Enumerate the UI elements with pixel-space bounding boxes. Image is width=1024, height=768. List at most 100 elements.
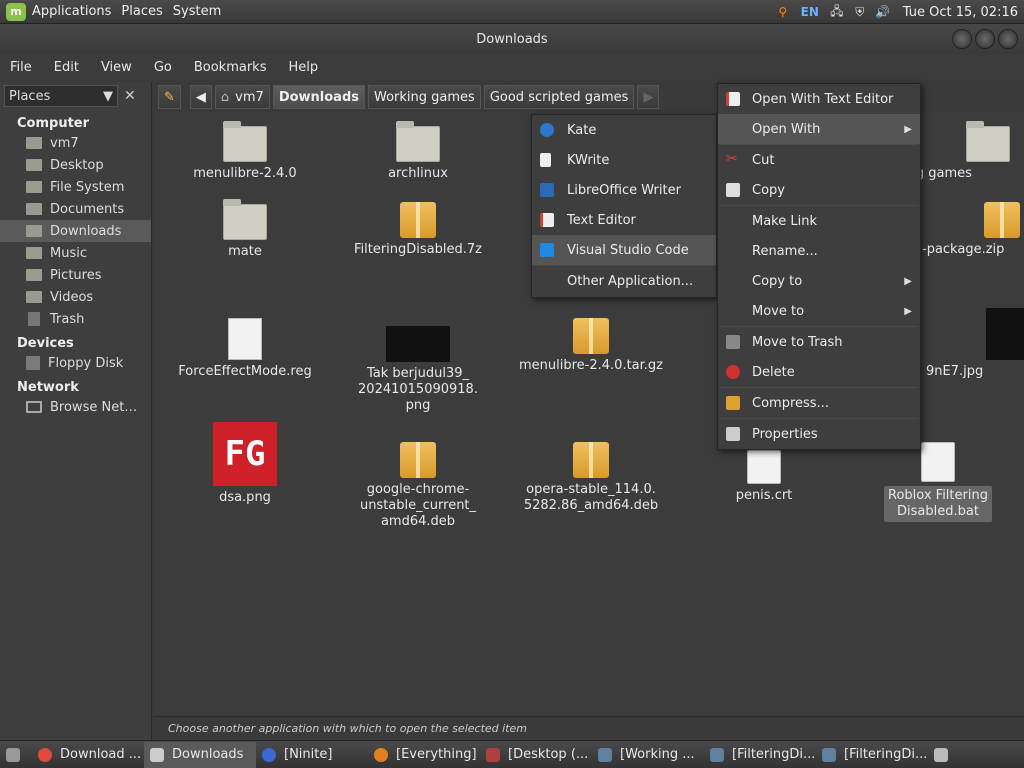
sidebar-item-desktop[interactable]: Desktop — [0, 154, 151, 176]
chevron-right-icon: ▶ — [904, 123, 912, 135]
menu-bookmarks[interactable]: Bookmarks — [184, 60, 279, 75]
menu-view[interactable]: View — [91, 60, 144, 75]
taskbar-item-filteringdi-2[interactable]: [FilteringDi... — [816, 742, 928, 768]
folder-icon — [26, 159, 42, 171]
menu-item-copy-to[interactable]: Copy to ▶ — [718, 266, 920, 296]
network-icon — [26, 401, 42, 413]
sidebar-item-filesystem[interactable]: File System — [0, 176, 151, 198]
menu-item-text-editor[interactable]: Text Editor — [532, 205, 716, 235]
menu-item-vscode[interactable]: Visual Studio Code — [532, 235, 716, 265]
shield-icon[interactable]: ⛨ — [851, 4, 869, 20]
sidebar-item-label: Music — [50, 245, 87, 261]
file-name: ing games — [904, 166, 972, 181]
folder-icon — [26, 203, 42, 215]
file-item[interactable]: opera-stable_114.0. 5282.86_amd64.deb — [511, 442, 671, 514]
close-button[interactable] — [998, 29, 1018, 49]
sidebar-item-vm7[interactable]: vm7 — [0, 132, 151, 154]
maximize-button[interactable] — [975, 29, 995, 49]
taskbar-item-working[interactable]: [Working ... — [592, 742, 704, 768]
sidebar-item-downloads[interactable]: Downloads — [0, 220, 151, 242]
menu-item-cut[interactable]: ✂ Cut — [718, 145, 920, 175]
menu-item-delete[interactable]: Delete — [718, 357, 920, 387]
menu-item-open-with-text-editor[interactable]: Open With Text Editor — [718, 84, 920, 114]
edit-location-button[interactable]: ✎ — [158, 85, 181, 109]
menu-item-libreoffice-writer[interactable]: LibreOffice Writer — [532, 175, 716, 205]
close-icon[interactable]: ✕ — [124, 88, 136, 104]
menu-item-kwrite[interactable]: KWrite — [532, 145, 716, 175]
search-icon[interactable]: ⚲ — [774, 4, 792, 20]
file-item[interactable]: google-chrome- unstable_current_ amd64.d… — [338, 442, 498, 530]
menu-item-label: Copy — [752, 182, 785, 198]
file-item[interactable]: menulibre-2.4.0.tar.gz — [511, 318, 671, 374]
file-item[interactable]: FilteringDisabled.7z — [338, 202, 498, 258]
folder-icon — [150, 747, 164, 762]
path-downloads[interactable]: Downloads — [272, 85, 366, 109]
sidebar-item-videos[interactable]: Videos — [0, 286, 151, 308]
path-working-games[interactable]: Working games — [368, 85, 481, 109]
sidebar-item-browse-network[interactable]: Browse Net… — [0, 396, 151, 418]
mint-logo-icon[interactable]: m — [6, 2, 26, 21]
path-good-scripted-games[interactable]: Good scripted games — [483, 85, 635, 109]
clock[interactable]: Tue Oct 15, 02:16 — [903, 5, 1018, 20]
window-icon — [486, 747, 500, 762]
menu-item-properties[interactable]: Properties — [718, 419, 920, 449]
applications-menu[interactable]: Applications — [32, 4, 121, 19]
file-name: menulibre-2.4.0 — [193, 166, 297, 181]
show-desktop-button[interactable] — [0, 742, 32, 768]
file-name: ForceEffectMode.reg — [178, 364, 312, 379]
keyboard-layout[interactable]: EN — [797, 4, 823, 20]
file-item[interactable]: archlinux — [338, 121, 498, 182]
menu-item-move-to[interactable]: Move to ▶ — [718, 296, 920, 326]
path-back-button[interactable]: ◀ — [189, 85, 212, 109]
path-vm7[interactable]: ⌂ vm7 — [214, 85, 270, 109]
sidebar-item-documents[interactable]: Documents — [0, 198, 151, 220]
places-menu[interactable]: Places — [121, 4, 172, 19]
sidebar-item-label: vm7 — [50, 135, 79, 151]
sidebar-item-floppy[interactable]: Floppy Disk — [0, 352, 151, 374]
taskbar-item-downloads[interactable]: Downloads — [144, 741, 256, 768]
file-item[interactable]: FG dsa.png — [165, 422, 325, 506]
menu-item-copy[interactable]: Copy — [718, 175, 920, 205]
network-icon[interactable]: 🖧 — [828, 4, 846, 20]
menu-file[interactable]: File — [0, 60, 44, 75]
taskbar-item-everything[interactable]: [Everything] — [368, 742, 480, 768]
file-item[interactable]: penis.crt — [684, 450, 844, 504]
menu-item-move-to-trash[interactable]: Move to Trash — [718, 327, 920, 357]
menu-help[interactable]: Help — [278, 60, 330, 75]
taskbar-label: [Working ... — [620, 747, 695, 762]
menu-go[interactable]: Go — [144, 60, 184, 75]
menu-edit[interactable]: Edit — [44, 60, 91, 75]
file-item[interactable]: Tak berjudul39_ 20241015090918. png — [338, 326, 498, 414]
workspace-switcher[interactable] — [928, 742, 952, 768]
chevron-right-icon: ▶ — [904, 305, 912, 317]
file-item[interactable]: ForceEffectMode.reg — [165, 318, 325, 380]
side-pane-selector[interactable]: Places ▼ — [4, 85, 118, 107]
taskbar-item-filteringdi-1[interactable]: [FilteringDi... — [704, 742, 816, 768]
file-item[interactable]: menulibre-2.4.0 — [165, 121, 325, 182]
menu-item-rename[interactable]: Rename... — [718, 236, 920, 266]
top-panel: m Applications Places System ⚲ EN 🖧 ⛨ 🔊 … — [0, 0, 1024, 24]
system-menu[interactable]: System — [173, 4, 231, 19]
volume-icon[interactable]: 🔊 — [874, 4, 892, 20]
menu-item-label: Move to — [752, 303, 805, 319]
file-item-selected[interactable]: Roblox Filtering Disabled.bat — [858, 442, 1018, 522]
sidebar-item-trash[interactable]: Trash — [0, 308, 151, 330]
window-titlebar[interactable]: Downloads — [0, 24, 1024, 54]
menu-item-make-link[interactable]: Make Link — [718, 206, 920, 236]
sidebar-item-pictures[interactable]: Pictures — [0, 264, 151, 286]
file-name: -package.zip — [922, 242, 1005, 257]
file-item[interactable]: mate — [165, 199, 325, 260]
sidebar-item-music[interactable]: Music — [0, 242, 151, 264]
taskbar-item-ninite[interactable]: [Ninite] — [256, 742, 368, 768]
menu-item-kate[interactable]: Kate — [532, 115, 716, 145]
taskbar-item-desktop[interactable]: [Desktop (... — [480, 742, 592, 768]
menu-item-compress[interactable]: Compress... — [718, 388, 920, 418]
section-network: Network — [17, 380, 79, 395]
path-forward-button[interactable]: ▶ — [637, 85, 660, 109]
taskbar-item-download[interactable]: Download ... — [32, 742, 144, 768]
minimize-button[interactable] — [952, 29, 972, 49]
file-name: penis.crt — [735, 488, 793, 503]
menu-item-other-application[interactable]: Other Application... — [532, 266, 716, 296]
menu-item-open-with[interactable]: Open With ▶ — [718, 114, 920, 144]
menu-item-label: Other Application... — [567, 273, 694, 289]
